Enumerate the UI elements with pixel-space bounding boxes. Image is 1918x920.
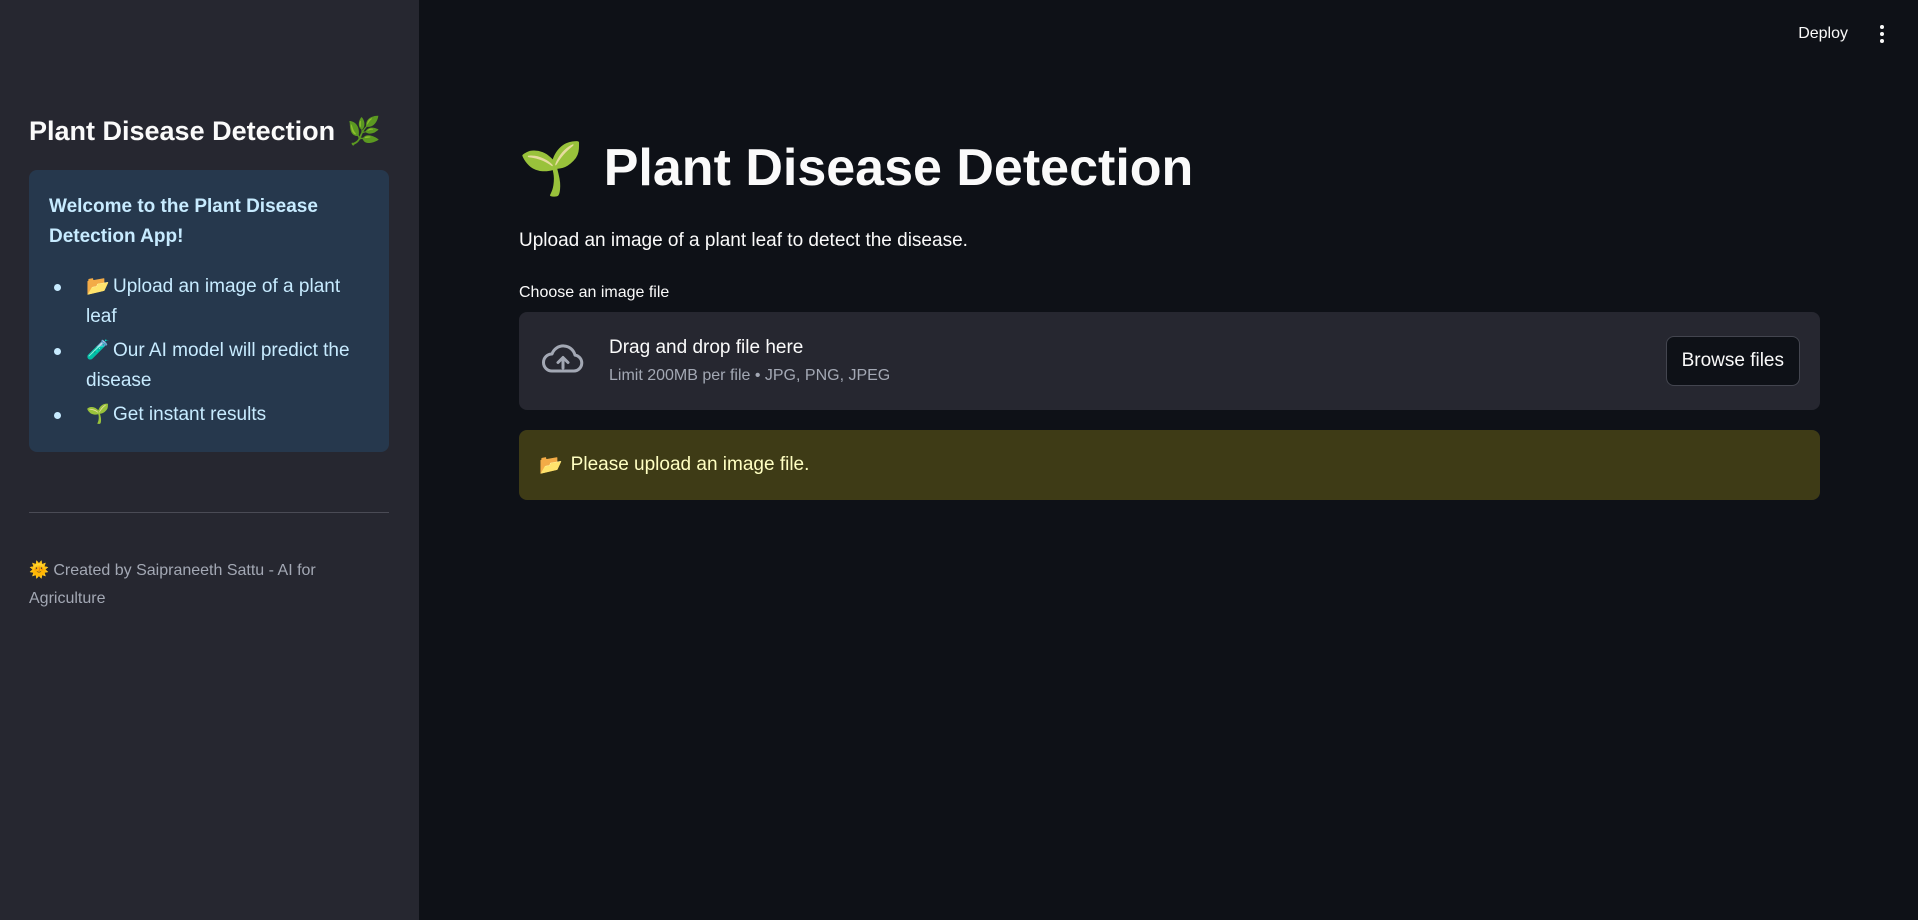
kebab-dot xyxy=(1880,39,1884,43)
main-menu-button[interactable] xyxy=(1874,19,1890,49)
sidebar-title: Plant Disease Detection 🌿 xyxy=(29,112,389,150)
deploy-button[interactable]: Deploy xyxy=(1786,19,1860,49)
sidebar-footer: 🌞 Created by Saipraneeth Sattu - AI for … xyxy=(29,557,389,613)
info-heading: Welcome to the Plant Disease Detection A… xyxy=(49,196,318,247)
bullet-icon xyxy=(54,348,61,355)
bullet-icon xyxy=(54,284,61,291)
content-column: 🌱 Plant Disease Detection Upload an imag… xyxy=(519,132,1820,500)
list-item-text: Upload an image of a plant leaf xyxy=(86,276,341,327)
drag-drop-text: Drag and drop file here xyxy=(609,337,804,358)
list-item: 🧪 Our AI model will predict the disease xyxy=(49,336,369,396)
page-title: 🌱 Plant Disease Detection xyxy=(519,132,1820,204)
info-list: 📂 Upload an image of a plant leaf 🧪 Our AI… xyxy=(49,272,369,430)
list-item: 📂 Upload an image of a plant leaf xyxy=(49,272,369,332)
info-box: Welcome to the Plant Disease Detection A… xyxy=(29,170,389,452)
list-item-text: Get instant results xyxy=(113,404,267,425)
seedling-icon: 🌱 xyxy=(86,404,110,425)
herb-icon: 🌿 xyxy=(347,116,381,146)
folder-icon: 📂 xyxy=(86,276,110,297)
sidebar-title-text: Plant Disease Detection xyxy=(29,115,336,146)
kebab-dot xyxy=(1880,32,1884,36)
sidebar: Plant Disease Detection 🌿 Welcome to the… xyxy=(0,0,419,920)
cloud-upload-icon xyxy=(542,344,584,373)
page-title-text: Plant Disease Detection xyxy=(603,139,1194,197)
test-tube-icon: 🧪 xyxy=(86,340,110,361)
main-content: Deploy 🌱 Plant Disease Detection Upload … xyxy=(419,0,1918,920)
app-root: Plant Disease Detection 🌿 Welcome to the… xyxy=(0,0,1918,920)
footer-text: Created by Saipraneeth Sattu - AI for Ag… xyxy=(29,562,316,607)
page-subtitle: Upload an image of a plant leaf to detec… xyxy=(519,230,968,251)
bullet-icon xyxy=(54,412,61,419)
list-item-text: Our AI model will predict the disease xyxy=(86,340,350,391)
top-toolbar: Deploy xyxy=(1786,0,1918,68)
list-item: 🌱 Get instant results xyxy=(49,400,369,430)
dropzone-text: Drag and drop file here Limit 200MB per … xyxy=(609,337,1666,385)
browse-files-button[interactable]: Browse files xyxy=(1665,336,1800,386)
uploader-label: Choose an image file xyxy=(519,284,670,301)
file-limit-text: Limit 200MB per file • JPG, PNG, JPEG xyxy=(609,367,891,384)
seedling-icon: 🌱 xyxy=(519,139,584,198)
warning-text: Please upload an image file. xyxy=(570,454,810,475)
kebab-dot xyxy=(1880,25,1884,29)
warning-alert: 📂 Please upload an image file. xyxy=(519,430,1820,500)
sun-icon: 🌞 xyxy=(29,562,49,579)
file-dropzone[interactable]: Drag and drop file here Limit 200MB per … xyxy=(519,312,1820,410)
sidebar-divider xyxy=(29,512,389,513)
folder-icon: 📂 xyxy=(539,455,563,476)
